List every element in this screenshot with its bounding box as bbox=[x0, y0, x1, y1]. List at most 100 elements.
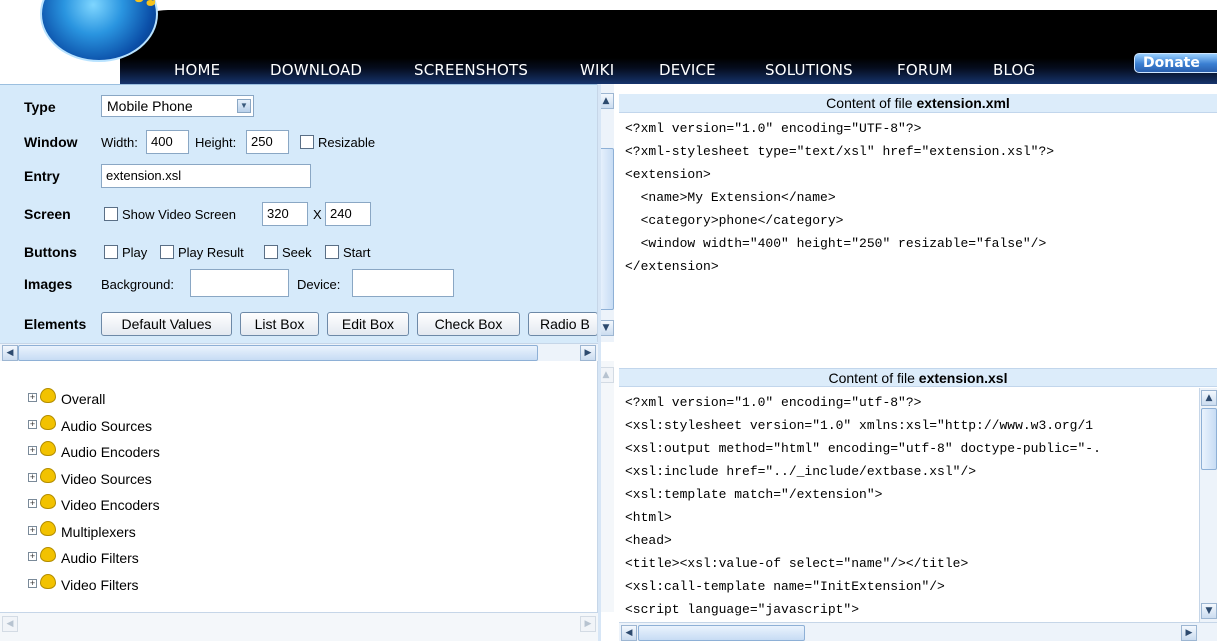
plus-box-icon[interactable]: + bbox=[28, 420, 37, 429]
arrow-up-icon[interactable]: ▲ bbox=[1201, 390, 1217, 406]
screen-row: Screen Show Video Screen 320 X 240 bbox=[0, 202, 598, 228]
window-width-input[interactable]: 400 bbox=[146, 130, 189, 154]
nav-screenshots[interactable]: SCREENSHOTS bbox=[414, 61, 528, 79]
default-values-button[interactable]: Default Values bbox=[101, 312, 232, 336]
arrow-right-icon[interactable]: ▶ bbox=[1181, 625, 1197, 641]
nav-device[interactable]: DEVICE bbox=[659, 61, 716, 79]
window-height-input[interactable]: 250 bbox=[246, 130, 289, 154]
xsl-line: <head> bbox=[625, 533, 672, 548]
play-result-checkbox[interactable] bbox=[160, 245, 174, 259]
xsl-line: <xsl:output method="html" encoding="utf-… bbox=[625, 441, 1101, 456]
buttons-row: Buttons Play Play Result Seek Start bbox=[0, 240, 598, 266]
xsl-line: <script language="javascript"> bbox=[625, 602, 860, 617]
top-navigation-bar: ♫ HOME DOWNLOAD SCREENSHOTS WIKI DEVICE … bbox=[0, 0, 1217, 84]
height-label: Height: bbox=[195, 135, 237, 150]
form-hscroll-thumb[interactable] bbox=[18, 345, 538, 361]
xsl-vertical-scrollbar[interactable]: ▲ ▼ bbox=[1199, 388, 1217, 622]
tree-item-label: Audio Encoders bbox=[61, 444, 160, 460]
xml-caption-filename: extension.xml bbox=[916, 95, 1010, 111]
plus-box-icon[interactable]: + bbox=[28, 552, 37, 561]
chevron-down-icon[interactable]: ▼ bbox=[237, 99, 251, 113]
nav-blog[interactable]: BLOG bbox=[993, 61, 1035, 79]
radio-box-button[interactable]: Radio B bbox=[528, 312, 598, 336]
plus-box-icon[interactable]: + bbox=[28, 393, 37, 402]
xml-panel-caption: Content of file extension.xml bbox=[619, 94, 1217, 113]
panel-divider[interactable] bbox=[598, 84, 601, 641]
xml-line: <?xml version="1.0" encoding="UTF-8"?> bbox=[625, 121, 922, 136]
edit-box-button[interactable]: Edit Box bbox=[327, 312, 409, 336]
form-horizontal-scrollbar[interactable]: ◀ ▶ bbox=[0, 343, 600, 361]
folder-icon bbox=[40, 574, 56, 589]
device-label: Device: bbox=[297, 277, 341, 292]
xsl-line: <xsl:template match="/extension"> bbox=[625, 487, 883, 502]
plus-box-icon[interactable]: + bbox=[28, 499, 37, 508]
images-label: Images bbox=[24, 276, 73, 292]
elements-label: Elements bbox=[24, 316, 87, 332]
xsl-caption-filename: extension.xsl bbox=[918, 370, 1008, 386]
background-input[interactable] bbox=[190, 269, 289, 297]
show-video-screen-label: Show Video Screen bbox=[122, 207, 236, 222]
arrow-right-icon[interactable]: ▶ bbox=[580, 616, 596, 632]
xsl-line: <?xml version="1.0" encoding="utf-8"?> bbox=[625, 395, 922, 410]
folder-icon bbox=[40, 441, 56, 456]
nav-forum[interactable]: FORUM bbox=[897, 61, 953, 79]
type-select[interactable]: Mobile Phone ▼ bbox=[101, 95, 254, 117]
xml-content-editor[interactable]: <?xml version="1.0" encoding="UTF-8"?> <… bbox=[619, 114, 1217, 368]
plus-box-icon[interactable]: + bbox=[28, 473, 37, 482]
plus-box-icon[interactable]: + bbox=[28, 446, 37, 455]
xsl-line: <xsl:include href="../_include/extbase.x… bbox=[625, 464, 977, 479]
resizable-checkbox[interactable] bbox=[300, 135, 314, 149]
show-video-screen-checkbox[interactable] bbox=[104, 207, 118, 221]
xsl-line: <html> bbox=[625, 510, 672, 525]
entry-input[interactable]: extension.xsl bbox=[101, 164, 311, 188]
start-checkbox[interactable] bbox=[325, 245, 339, 259]
screen-x-label: X bbox=[313, 207, 322, 222]
window-row: Window Width: 400 Height: 250 Resizable bbox=[0, 130, 598, 156]
xsl-content-editor[interactable]: <?xml version="1.0" encoding="utf-8"?> <… bbox=[619, 388, 1199, 622]
screen-label: Screen bbox=[24, 206, 71, 222]
arrow-right-icon[interactable]: ▶ bbox=[580, 345, 596, 361]
type-row: Type Mobile Phone ▼ bbox=[0, 95, 598, 121]
xsl-caption-prefix: Content of file bbox=[828, 370, 919, 386]
plus-box-icon[interactable]: + bbox=[28, 526, 37, 535]
folder-icon bbox=[40, 468, 56, 483]
arrow-left-icon[interactable]: ◀ bbox=[2, 345, 18, 361]
music-note-icon: ♫ bbox=[128, 0, 162, 8]
xsl-line: <title><xsl:value-of select="name"/></ti… bbox=[625, 556, 969, 571]
nav-wiki[interactable]: WIKI bbox=[580, 61, 614, 79]
list-box-button[interactable]: List Box bbox=[240, 312, 319, 336]
elements-row: Elements Default Values List Box Edit Bo… bbox=[0, 312, 598, 338]
xsl-vscroll-thumb[interactable] bbox=[1201, 408, 1217, 470]
play-checkbox[interactable] bbox=[104, 245, 118, 259]
xml-line: <extension> bbox=[625, 167, 711, 182]
window-label: Window bbox=[24, 134, 78, 150]
width-label: Width: bbox=[101, 135, 138, 150]
xml-line: <name>My Extension</name> bbox=[625, 190, 836, 205]
arrow-left-icon[interactable]: ◀ bbox=[2, 616, 18, 632]
screen-width-input[interactable]: 320 bbox=[262, 202, 308, 226]
screen-height-input[interactable]: 240 bbox=[325, 202, 371, 226]
type-select-value: Mobile Phone bbox=[107, 98, 193, 114]
xsl-horizontal-scrollbar[interactable]: ◀ ▶ bbox=[619, 622, 1217, 641]
tree-horizontal-scrollbar[interactable]: ◀ ▶ bbox=[0, 612, 600, 641]
resizable-label: Resizable bbox=[318, 135, 376, 150]
play-label: Play bbox=[122, 245, 148, 260]
xsl-line: <xsl:stylesheet version="1.0" xmlns:xsl=… bbox=[625, 418, 1094, 433]
donate-button[interactable]: Donate bbox=[1134, 53, 1217, 73]
plus-box-icon[interactable]: + bbox=[28, 579, 37, 588]
nav-home[interactable]: HOME bbox=[174, 61, 220, 79]
arrow-left-icon[interactable]: ◀ bbox=[621, 625, 637, 641]
arrow-down-icon[interactable]: ▼ bbox=[1201, 603, 1217, 619]
device-input[interactable] bbox=[352, 269, 454, 297]
xsl-panel-caption: Content of file extension.xsl bbox=[619, 368, 1217, 387]
nav-download[interactable]: DOWNLOAD bbox=[270, 61, 362, 79]
seek-checkbox[interactable] bbox=[264, 245, 278, 259]
buttons-label: Buttons bbox=[24, 244, 77, 260]
folder-icon bbox=[40, 388, 56, 403]
check-box-button[interactable]: Check Box bbox=[417, 312, 520, 336]
xml-line: <category>phone</category> bbox=[625, 213, 844, 228]
xsl-hscroll-thumb[interactable] bbox=[638, 625, 805, 641]
folder-icon bbox=[40, 415, 56, 430]
nav-solutions[interactable]: SOLUTIONS bbox=[765, 61, 853, 79]
entry-label: Entry bbox=[24, 168, 60, 184]
